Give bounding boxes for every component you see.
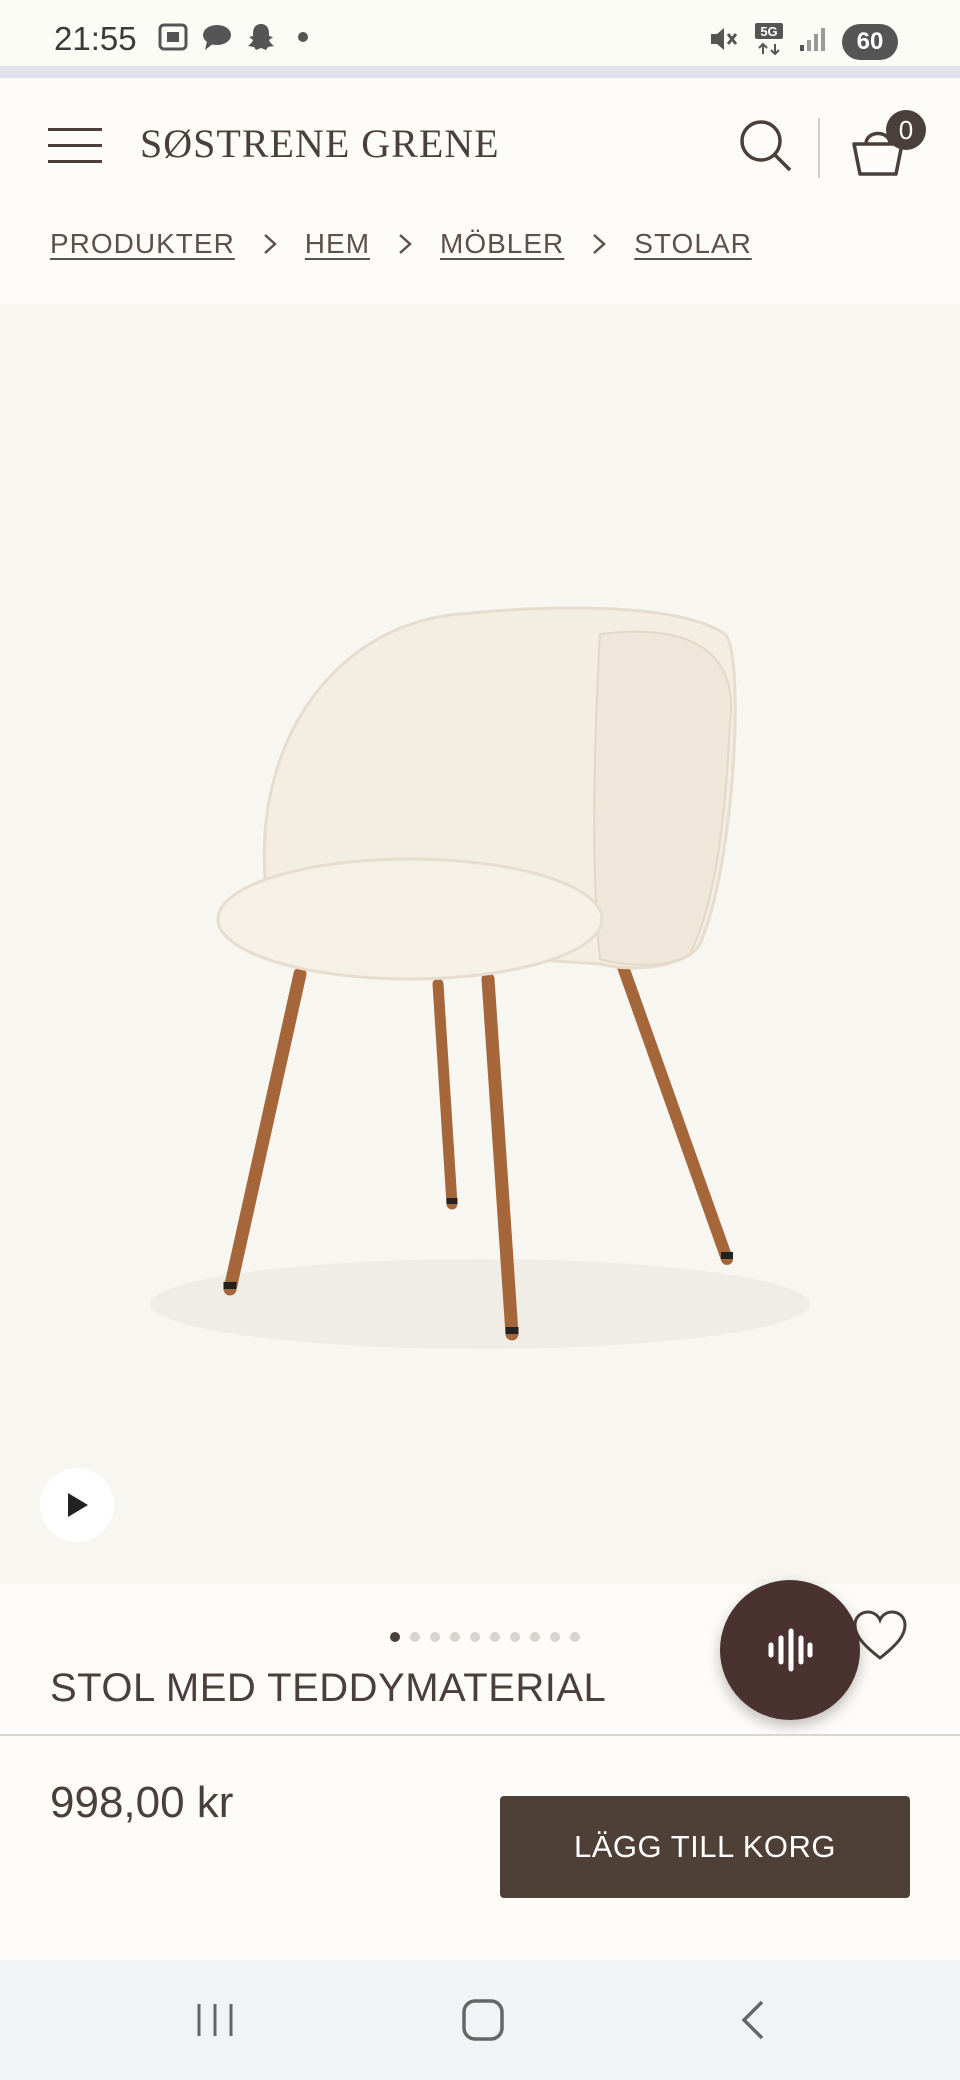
cart-button[interactable]: 0 bbox=[846, 110, 926, 180]
carousel-dot[interactable] bbox=[470, 1632, 480, 1642]
mute-icon bbox=[708, 24, 740, 59]
snapchat-icon bbox=[244, 22, 278, 52]
status-time: 21:55 bbox=[54, 20, 137, 57]
chevron-right-icon bbox=[235, 232, 305, 256]
home-button[interactable] bbox=[443, 1990, 523, 2050]
5g-icon: 5G bbox=[754, 22, 784, 61]
battery-indicator: 60 bbox=[842, 23, 898, 60]
status-bar: 21:55 5G 60 bbox=[0, 0, 960, 66]
heart-icon bbox=[853, 1610, 907, 1660]
recent-apps-button[interactable] bbox=[175, 1990, 255, 2050]
signal-icon bbox=[798, 25, 828, 58]
system-icons: 5G 60 bbox=[708, 22, 898, 61]
chat-icon bbox=[200, 22, 234, 52]
cart-count-badge: 0 bbox=[886, 110, 926, 150]
screenshot-icon bbox=[156, 22, 190, 52]
carousel-dot[interactable] bbox=[570, 1632, 580, 1642]
chevron-right-icon bbox=[564, 232, 634, 256]
add-to-cart-button[interactable]: LÄGG TILL KORG bbox=[500, 1796, 910, 1898]
back-icon bbox=[741, 2000, 764, 2040]
menu-icon-line bbox=[48, 160, 102, 163]
carousel-dot[interactable] bbox=[490, 1632, 500, 1642]
voice-assistant-button[interactable] bbox=[720, 1580, 860, 1720]
sound-wave-icon bbox=[768, 1628, 813, 1672]
product-image-chair bbox=[150, 606, 810, 1349]
recent-apps-icon bbox=[197, 2004, 233, 2036]
site-header: SØSTRENE GRENE 0 PRODUKTER HEM MÖBLER ST… bbox=[0, 78, 960, 288]
header-divider bbox=[818, 118, 820, 178]
app-root: 21:55 5G 60 SØSTRENE GRENE 0 PRODUKTER H… bbox=[0, 0, 960, 2080]
breadcrumb-hem[interactable]: HEM bbox=[305, 228, 370, 260]
notification-icons bbox=[156, 22, 308, 52]
breadcrumb-stolar[interactable]: STOLAR bbox=[634, 228, 752, 260]
system-navigation-bar bbox=[0, 1960, 960, 2080]
back-button[interactable] bbox=[713, 1990, 793, 2050]
carousel-dot[interactable] bbox=[410, 1632, 420, 1642]
divider bbox=[0, 1734, 960, 1736]
menu-icon-line bbox=[48, 128, 102, 131]
carousel-pagination bbox=[390, 1632, 580, 1642]
more-notifications-dot bbox=[298, 32, 308, 42]
carousel-dot[interactable] bbox=[450, 1632, 460, 1642]
play-video-button[interactable] bbox=[40, 1468, 114, 1542]
chevron-right-icon bbox=[370, 232, 440, 256]
carousel-dot[interactable] bbox=[510, 1632, 520, 1642]
menu-button[interactable] bbox=[48, 128, 102, 164]
product-price: 998,00 kr bbox=[50, 1778, 234, 1827]
carousel-dot[interactable] bbox=[530, 1632, 540, 1642]
menu-icon-line bbox=[48, 144, 102, 147]
carousel-dot[interactable] bbox=[390, 1632, 400, 1642]
status-divider bbox=[0, 66, 960, 78]
play-icon bbox=[68, 1493, 88, 1517]
search-button[interactable] bbox=[738, 118, 794, 174]
breadcrumb-mobler[interactable]: MÖBLER bbox=[440, 228, 564, 260]
carousel-dot[interactable] bbox=[430, 1632, 440, 1642]
brand-logo[interactable]: SØSTRENE GRENE bbox=[140, 120, 500, 167]
product-image-carousel[interactable] bbox=[0, 304, 960, 1584]
home-icon bbox=[462, 1999, 504, 2041]
carousel-dot[interactable] bbox=[550, 1632, 560, 1642]
search-icon bbox=[740, 120, 792, 172]
svg-text:5G: 5G bbox=[760, 24, 777, 39]
breadcrumb: PRODUKTER HEM MÖBLER STOLAR bbox=[50, 228, 752, 260]
breadcrumb-produkter[interactable]: PRODUKTER bbox=[50, 228, 235, 260]
wishlist-button[interactable] bbox=[852, 1610, 908, 1662]
product-title: STOL MED TEDDYMATERIAL bbox=[50, 1666, 607, 1710]
